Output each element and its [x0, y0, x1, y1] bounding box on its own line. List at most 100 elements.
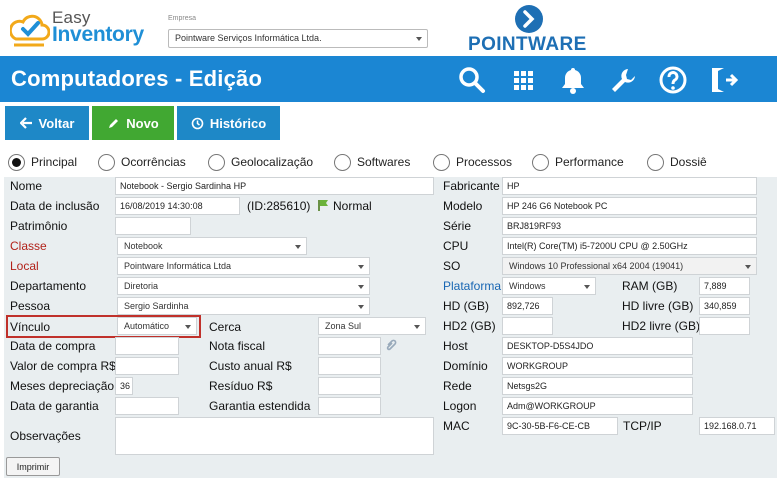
tab-label: Geolocalização [231, 155, 314, 169]
residuo-input[interactable] [318, 377, 381, 395]
nota-fiscal-label: Nota fiscal [209, 339, 266, 353]
history-button[interactable]: Histórico [177, 106, 280, 140]
chevron-down-icon [358, 305, 364, 309]
radio [98, 153, 115, 171]
history-button-label: Histórico [209, 115, 267, 131]
tab-principal[interactable]: Principal [8, 153, 77, 171]
meses-dep-input[interactable]: 36 [115, 377, 133, 395]
hd-input[interactable]: 892,726 [502, 297, 553, 315]
plataforma-label: Plataforma [443, 279, 502, 293]
nome-label: Nome [10, 179, 43, 193]
so-value: Windows 10 Professional x64 2004 (19041) [509, 261, 684, 271]
valor-compra-input[interactable] [115, 357, 179, 375]
cpu-label: CPU [443, 239, 469, 253]
local-label: Local [10, 259, 39, 273]
classe-select[interactable]: Notebook [117, 237, 307, 255]
patrimonio-label: Patrimônio [10, 219, 68, 233]
custo-anual-input[interactable] [318, 357, 381, 375]
search-icon[interactable] [457, 65, 487, 95]
hd2-input[interactable] [502, 317, 553, 335]
ram-input[interactable]: 7,889 [699, 277, 750, 295]
dominio-input[interactable]: WORKGROUP [502, 357, 693, 375]
chevron-down-icon [358, 265, 364, 269]
rede-label: Rede [443, 379, 472, 393]
so-select[interactable]: Windows 10 Professional x64 2004 (19041) [502, 257, 757, 275]
help-icon[interactable] [658, 65, 688, 95]
pencil-icon [109, 118, 119, 128]
tab-label: Processos [456, 155, 513, 169]
bell-icon[interactable] [558, 65, 588, 95]
rede-input[interactable]: Netsgs2G [502, 377, 693, 395]
radio [433, 153, 450, 171]
vinculo-label: Vínculo [10, 320, 51, 334]
vinculo-select[interactable]: Automático [117, 317, 197, 335]
modelo-input[interactable]: HP 246 G6 Notebook PC [502, 197, 757, 215]
hd2-livre-input[interactable] [699, 317, 750, 335]
plataforma-select[interactable]: Windows [502, 277, 596, 295]
garantia-est-input[interactable] [318, 397, 381, 415]
cpu-input[interactable]: Intel(R) Core(TM) i5-7200U CPU @ 2.50GHz [502, 237, 757, 255]
print-button[interactable]: Imprimir [6, 457, 60, 476]
tab-performance[interactable]: Performance [532, 153, 624, 171]
data-compra-input[interactable] [115, 337, 179, 355]
nota-fiscal-input[interactable] [318, 337, 381, 355]
so-label: SO [443, 259, 461, 273]
new-button-label: Novo [126, 115, 159, 131]
tab-dossie[interactable]: Dossiê [647, 153, 707, 171]
history-icon [191, 117, 204, 129]
departamento-select[interactable]: Diretoria [117, 277, 370, 295]
garantia-label: Data de garantia [10, 399, 99, 413]
cloud-check-icon [10, 14, 50, 47]
back-button[interactable]: Voltar [5, 106, 89, 140]
logon-input[interactable]: Adm@WORKGROUP [502, 397, 693, 415]
grid-menu-icon[interactable] [508, 65, 538, 95]
empresa-label: Empresa [168, 15, 197, 22]
chevron-down-icon [185, 325, 191, 329]
pointware-logo: POINTWARE [468, 4, 592, 55]
tcpip-input[interactable]: 192.168.0.71 [699, 417, 775, 435]
patrimonio-input[interactable] [115, 217, 191, 235]
tab-softwares[interactable]: Softwares [334, 153, 410, 171]
tab-geolocalizacao[interactable]: Geolocalização [208, 153, 313, 171]
mac-label: MAC [443, 419, 470, 433]
wrench-icon[interactable] [608, 65, 638, 95]
empresa-select[interactable]: Pointware Serviços Informática Ltda. [168, 29, 428, 48]
radio [532, 153, 549, 171]
serie-input[interactable]: BRJ819RF93 [502, 217, 757, 235]
cerca-select[interactable]: Zona Sul [318, 317, 426, 335]
chevron-down-icon [358, 285, 364, 289]
meses-dep-label: Meses depreciação [10, 379, 115, 393]
tab-processos[interactable]: Processos [433, 153, 512, 171]
chevron-down-icon [745, 265, 751, 269]
observacoes-textarea[interactable] [115, 417, 434, 455]
garantia-est-label: Garantia estendida [209, 399, 311, 413]
observacoes-label: Observações [10, 429, 81, 443]
nome-input[interactable]: Notebook - Sergio Sardinha HP [115, 177, 434, 195]
tab-label: Dossiê [670, 155, 707, 169]
mac-input[interactable]: 9C-30-5B-F6-CE-CB [502, 417, 618, 435]
tab-label: Ocorrências [121, 155, 186, 169]
chevron-down-icon [416, 37, 422, 41]
easy-inventory-logo[interactable]: Easy Inventory [10, 8, 144, 50]
departamento-value: Diretoria [124, 281, 159, 291]
pessoa-value: Sergio Sardinha [124, 301, 189, 311]
paperclip-icon[interactable] [385, 338, 397, 352]
garantia-input[interactable] [115, 397, 179, 415]
hd-livre-label: HD livre (GB) [622, 299, 694, 313]
inclusao-input[interactable]: 16/08/2019 14:30:08 [115, 197, 240, 215]
arrow-left-icon [19, 117, 32, 129]
pessoa-select[interactable]: Sergio Sardinha [117, 297, 370, 315]
inclusao-label: Data de inclusão [10, 199, 100, 213]
dominio-label: Domínio [443, 359, 488, 373]
pessoa-label: Pessoa [10, 299, 51, 313]
new-button[interactable]: Novo [92, 106, 174, 140]
host-input[interactable]: DESKTOP-D5S4JDO [502, 337, 693, 355]
fabricante-input[interactable]: HP [502, 177, 757, 195]
tab-ocorrencias[interactable]: Ocorrências [98, 153, 186, 171]
hd-livre-input[interactable]: 340,859 [699, 297, 750, 315]
host-label: Host [443, 339, 468, 353]
local-select[interactable]: Pointware Informática Ltda [117, 257, 370, 275]
top-bar: Easy Inventory Empresa Pointware Serviço… [0, 0, 777, 56]
status-text: Normal [333, 199, 372, 213]
logout-icon[interactable] [708, 65, 738, 95]
